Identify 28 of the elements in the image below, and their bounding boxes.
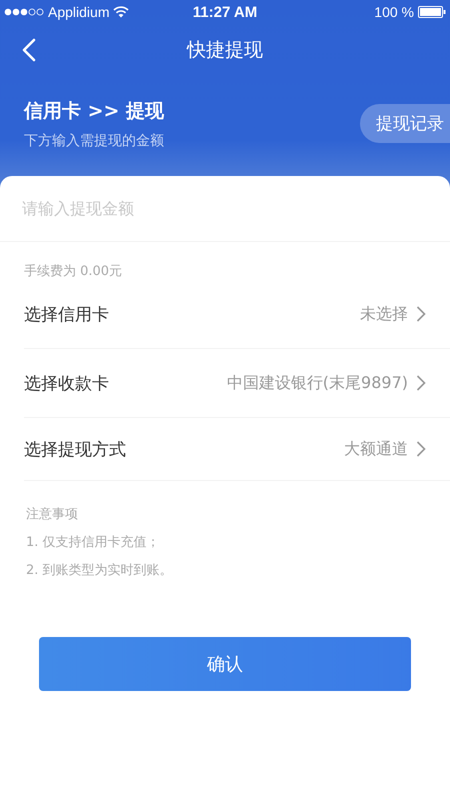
row-label: 选择信用卡	[24, 304, 109, 326]
carrier-name: Applidium	[48, 4, 110, 20]
row-value: 中国建设银行(末尾9897)	[226, 372, 408, 394]
back-button[interactable]	[20, 36, 38, 64]
chevron-icon	[416, 305, 426, 323]
signal-icon	[4, 8, 44, 16]
row-label: 选择提现方式	[24, 438, 126, 460]
battery-icon	[418, 6, 446, 18]
wifi-icon	[113, 6, 130, 18]
fee-text: 手续费为 0.00元	[23, 263, 124, 280]
status-time: 11:27 AM	[192, 4, 258, 20]
battery-percent: 100 %	[374, 4, 414, 20]
select-row[interactable]: 选择提现方式 大额通道	[24, 418, 450, 481]
note-item: 1. 仅支持信用卡充值；	[26, 534, 161, 552]
header-title: 信用卡 >> 提现	[24, 99, 164, 124]
chevron-icon	[416, 374, 426, 392]
chevron-icon	[416, 440, 426, 458]
row-value: 大额通道	[344, 438, 408, 460]
back-icon	[22, 38, 36, 62]
row-value: 未选择	[360, 304, 408, 324]
confirm-button[interactable]: 确认	[39, 637, 411, 691]
page-title: 快捷提现	[187, 38, 263, 63]
row-label: 选择收款卡	[24, 372, 109, 394]
select-row[interactable]: 选择信用卡 未选择	[24, 280, 450, 349]
notes-title: 注意事项	[26, 506, 79, 524]
note-item: 2. 到账类型为实时到账。	[26, 562, 174, 580]
select-row[interactable]: 选择收款卡 中国建设银行(末尾9897)	[24, 349, 450, 418]
header-subtitle: 下方输入需提现的金额	[24, 132, 164, 150]
